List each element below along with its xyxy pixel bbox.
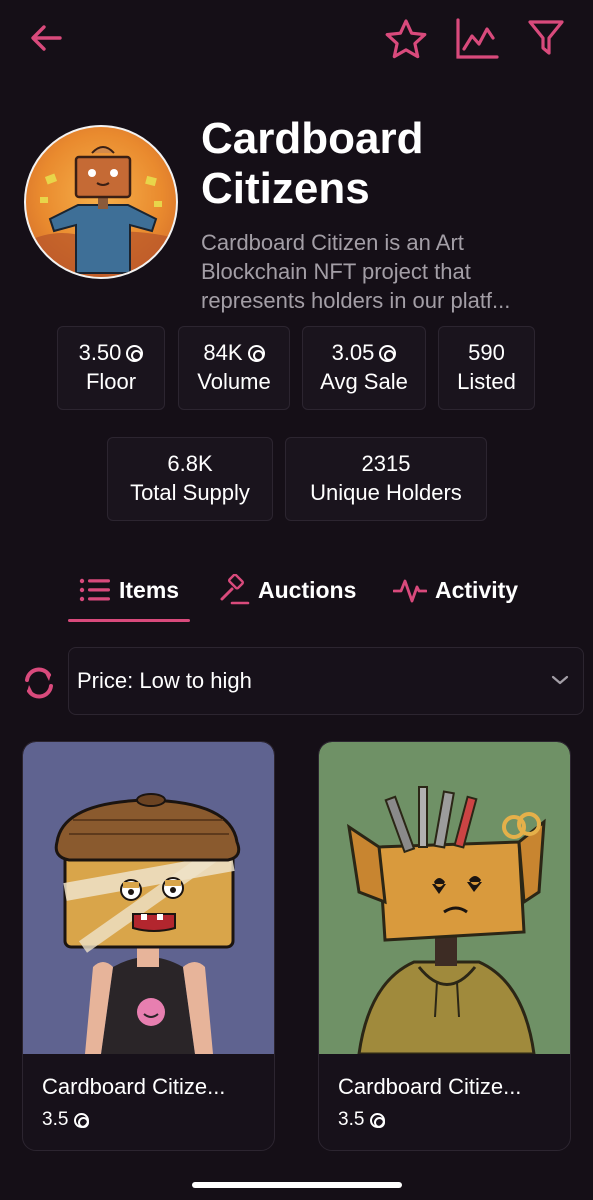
nft-image [23, 742, 274, 1054]
sol-icon [370, 1112, 386, 1128]
collection-description: Cardboard Citizen is an Art Blockchain N… [201, 230, 511, 313]
nft-price: 3.5 [338, 1109, 386, 1131]
tab-auctions[interactable]: Auctions [218, 570, 356, 610]
nft-price-value: 3.5 [338, 1109, 365, 1130]
filter-button[interactable] [526, 18, 566, 58]
stat-floor: 3.50 Floor [57, 326, 165, 410]
nft-image [319, 742, 570, 1054]
nft-name: Cardboard Citize... [338, 1074, 522, 1099]
stat-unique-holders: 2315 Unique Holders [285, 437, 487, 521]
activity-icon [393, 579, 427, 603]
collection-avatar [24, 125, 178, 279]
stat-value: 6.8K [167, 451, 213, 476]
filter-icon [528, 20, 564, 55]
refresh-button[interactable] [22, 666, 56, 700]
stat-value: 3.05 [331, 340, 375, 365]
stat-value: 590 [468, 340, 505, 365]
active-tab-indicator [68, 619, 190, 622]
sol-icon [74, 1112, 90, 1128]
stat-label: Avg Sale [320, 369, 408, 394]
chart-icon [456, 18, 499, 59]
sol-icon [247, 344, 265, 362]
stat-avg-sale: 3.05 Avg Sale [302, 326, 426, 410]
stats-chart-button[interactable] [455, 18, 499, 60]
nft-name: Cardboard Citize... [42, 1074, 226, 1099]
back-button[interactable] [28, 20, 64, 56]
nft-price-value: 3.5 [42, 1109, 69, 1130]
refresh-icon [25, 667, 53, 699]
stat-label: Listed [457, 369, 516, 394]
tab-items[interactable]: Items [79, 570, 179, 610]
sol-icon [126, 344, 144, 362]
gavel-icon [220, 574, 250, 605]
sort-dropdown[interactable]: Price: Low to high [68, 647, 584, 715]
home-indicator [192, 1182, 402, 1188]
tab-label: Activity [435, 576, 519, 603]
stat-label: Volume [197, 369, 271, 394]
stat-label: Total Supply [130, 480, 250, 505]
nft-card[interactable]: Cardboard Citize... 3.5 [318, 741, 571, 1151]
stat-total-supply: 6.8K Total Supply [107, 437, 273, 521]
tab-label: Auctions [258, 576, 357, 603]
sort-selected-value: Price: Low to high [77, 668, 252, 693]
nft-card[interactable]: Cardboard Citize... 3.5 [22, 741, 275, 1151]
stat-label: Floor [85, 369, 137, 394]
star-icon [385, 19, 427, 59]
stat-volume: 84K Volume [178, 326, 290, 410]
nft-price: 3.5 [42, 1109, 90, 1131]
list-icon [79, 578, 110, 602]
tab-activity[interactable]: Activity [393, 570, 518, 610]
stat-label: Unique Holders [310, 480, 462, 505]
stat-value: 84K [203, 340, 243, 365]
chevron-down-icon [551, 675, 569, 685]
sol-icon [379, 344, 397, 362]
stat-value: 2315 [361, 451, 411, 476]
stat-listed: 590 Listed [438, 326, 535, 410]
collection-title: Cardboard Citizens [201, 114, 424, 213]
tab-label: Items [119, 576, 180, 603]
stat-value: 3.50 [78, 340, 122, 365]
favorite-button[interactable] [384, 18, 428, 60]
arrow-left-icon [31, 25, 62, 51]
